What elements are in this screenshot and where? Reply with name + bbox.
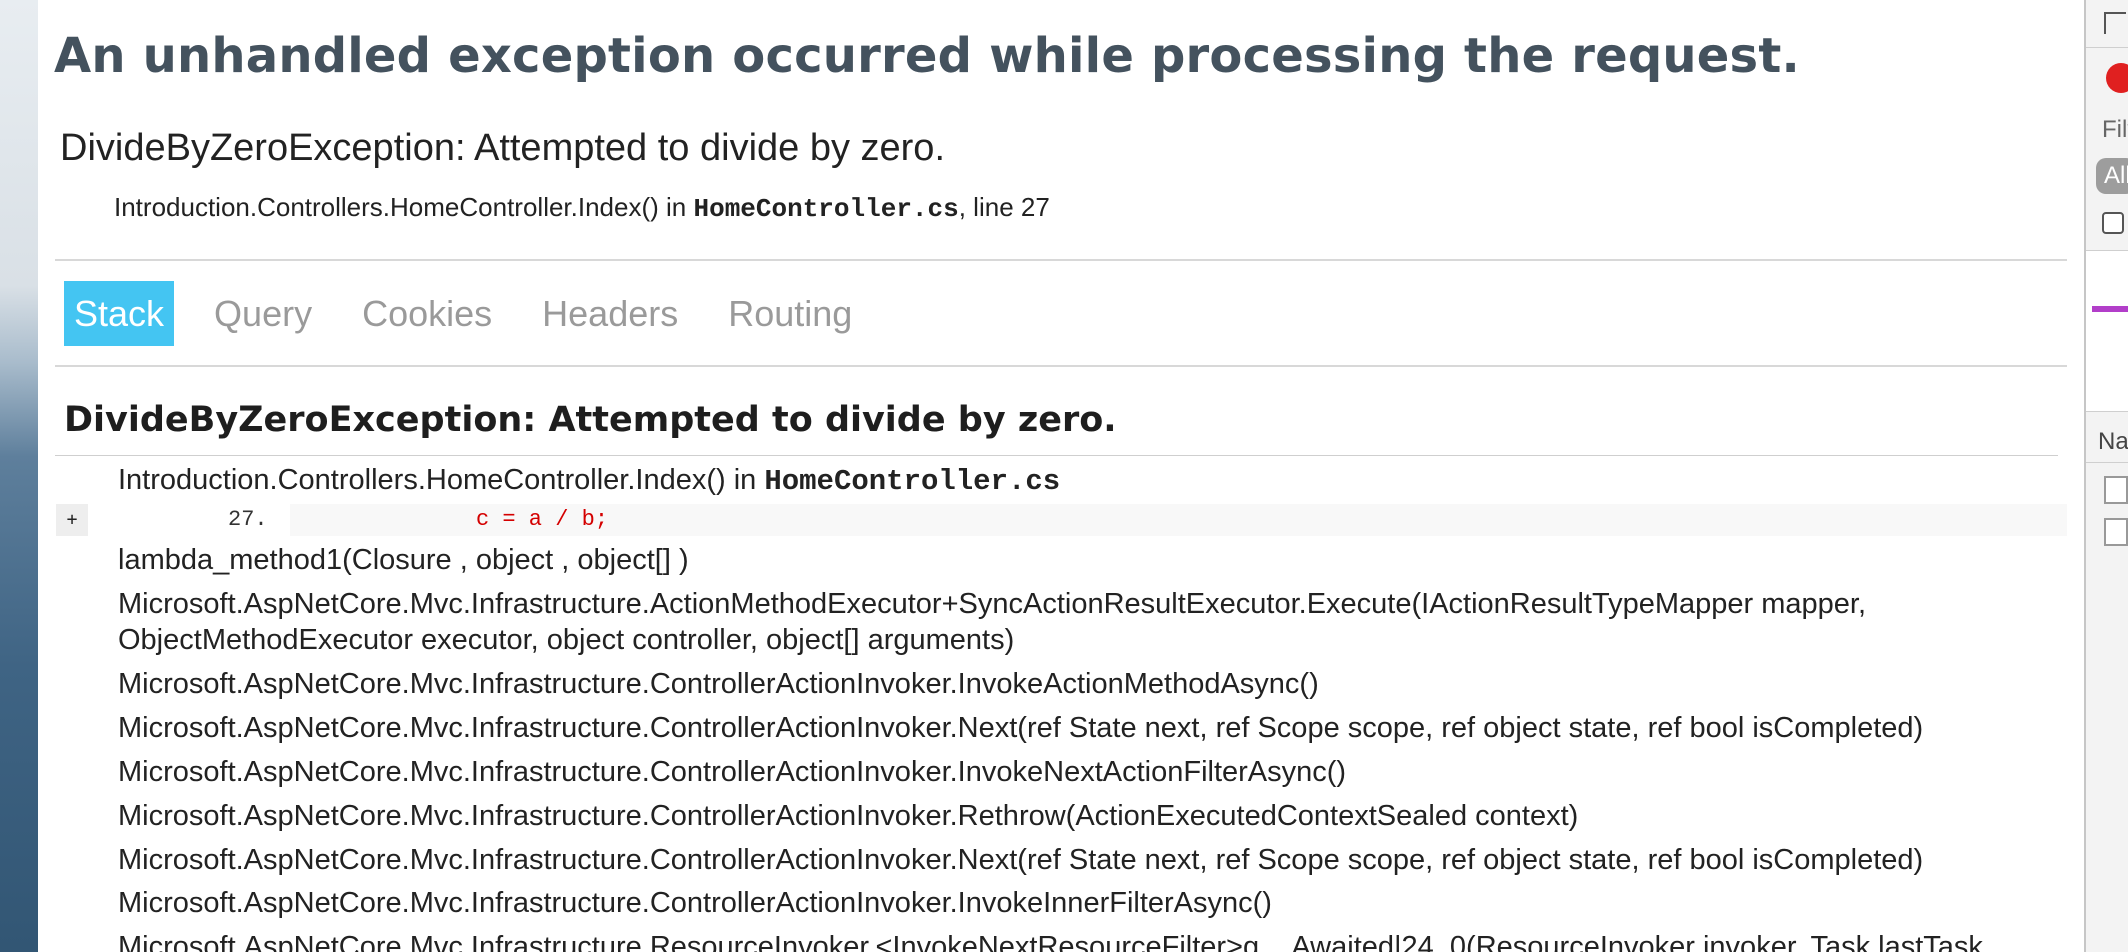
stack-heading: DivideByZeroException: Attempted to divi… bbox=[64, 400, 1117, 440]
stack-frame[interactable]: Microsoft.AspNetCore.Mvc.Infrastructure.… bbox=[118, 586, 1866, 622]
stack-frame-continuation[interactable]: ObjectMethodExecutor executor, object co… bbox=[118, 622, 1014, 658]
filter-all-button[interactable]: All bbox=[2096, 158, 2128, 194]
stack-frame[interactable]: Microsoft.AspNetCore.Mvc.Infrastructure.… bbox=[118, 754, 1346, 790]
filter-label[interactable]: Filt bbox=[2102, 116, 2128, 144]
page-title: An unhandled exception occurred while pr… bbox=[54, 28, 1800, 84]
tab-routing[interactable]: Routing bbox=[718, 281, 862, 346]
divider bbox=[2086, 411, 2128, 412]
location-line: , line 27 bbox=[958, 192, 1050, 222]
tab-query[interactable]: Query bbox=[204, 281, 322, 346]
location-method: Introduction.Controllers.HomeController.… bbox=[114, 192, 694, 222]
stack-frame-header[interactable]: Introduction.Controllers.HomeController.… bbox=[118, 462, 1060, 500]
divider bbox=[55, 259, 2067, 261]
stack-frame[interactable]: Microsoft.AspNetCore.Mvc.Infrastructure.… bbox=[118, 885, 1272, 921]
source-code-text: c = a / b; bbox=[476, 507, 609, 532]
devtools-toolbar bbox=[2086, 0, 2128, 48]
name-column-header[interactable]: Na bbox=[2098, 428, 2128, 456]
document-icon[interactable] bbox=[2104, 518, 2128, 546]
stack-frame[interactable]: Microsoft.AspNetCore.Mvc.Infrastructure.… bbox=[118, 798, 1578, 834]
divider bbox=[55, 455, 2058, 456]
divider bbox=[2086, 462, 2128, 463]
expand-source-button[interactable]: + bbox=[56, 504, 88, 536]
tab-stack[interactable]: Stack bbox=[64, 281, 175, 346]
location-file: HomeController.cs bbox=[693, 194, 959, 224]
desktop-background bbox=[0, 0, 38, 952]
divider bbox=[55, 365, 2067, 367]
tab-bar: Stack Query Cookies Headers Routing bbox=[64, 281, 892, 346]
document-icon[interactable] bbox=[2104, 476, 2128, 504]
tab-cookies[interactable]: Cookies bbox=[352, 281, 502, 346]
record-icon[interactable] bbox=[2106, 63, 2128, 93]
source-code-row: + 27. c = a / b; bbox=[56, 504, 2067, 536]
stack-frame[interactable]: lambda_method1(Closure , object , object… bbox=[118, 542, 689, 578]
stack-frame[interactable]: Microsoft.AspNetCore.Mvc.Infrastructure.… bbox=[118, 666, 1319, 702]
stack-frame[interactable]: Microsoft.AspNetCore.Mvc.Infrastructure.… bbox=[118, 842, 1923, 878]
source-line-number: 27. bbox=[228, 507, 268, 532]
inspect-icon[interactable] bbox=[2104, 12, 2126, 34]
network-overview bbox=[2086, 251, 2128, 411]
filter-checkbox[interactable] bbox=[2102, 212, 2124, 234]
stack-frame[interactable]: Microsoft.AspNetCore.Mvc.Infrastructure.… bbox=[118, 710, 1923, 746]
exception-location: Introduction.Controllers.HomeController.… bbox=[114, 192, 1050, 224]
stack-frame[interactable]: Microsoft.AspNetCore.Mvc.Infrastructure.… bbox=[118, 929, 1983, 952]
tab-headers[interactable]: Headers bbox=[532, 281, 688, 346]
exception-summary-title: DivideByZeroException: Attempted to divi… bbox=[60, 127, 946, 169]
timeline-bar bbox=[2092, 306, 2128, 312]
source-code-line: c = a / b; bbox=[290, 504, 2067, 536]
error-page: An unhandled exception occurred while pr… bbox=[38, 0, 2084, 952]
devtools-panel: Filt All Na bbox=[2084, 0, 2128, 952]
frame-file: HomeController.cs bbox=[764, 465, 1061, 498]
frame-method: Introduction.Controllers.HomeController.… bbox=[118, 464, 765, 496]
